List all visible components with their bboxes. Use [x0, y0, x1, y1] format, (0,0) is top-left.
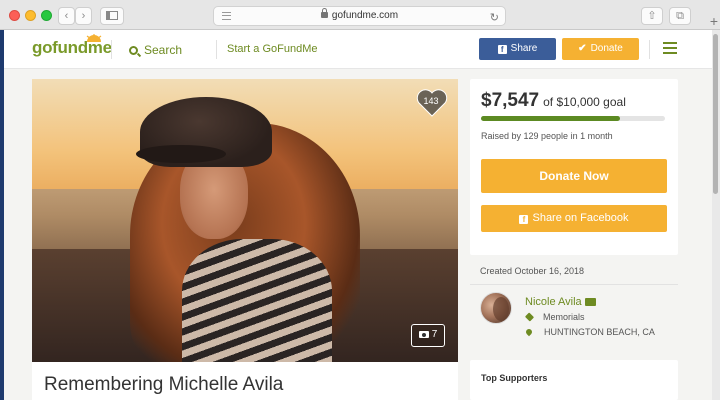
mail-icon[interactable]	[584, 298, 596, 306]
nav-divider	[111, 40, 112, 59]
logo-sun-icon	[86, 34, 102, 42]
organizer-name: Nicole Avila	[525, 296, 582, 308]
address-bar[interactable]: gofundme.com ↻	[213, 6, 506, 26]
location-label: HUNTINGTON BEACH, CA	[544, 327, 655, 337]
progress-fill	[481, 116, 620, 121]
close-window-button[interactable]	[9, 10, 20, 21]
progress-bar	[481, 116, 665, 121]
organizer-link[interactable]: Nicole Avila	[525, 296, 596, 308]
goal-text: of $10,000 goal	[543, 95, 626, 109]
check-icon: ✔	[578, 43, 587, 54]
share-page-button[interactable]: ⇧	[641, 7, 663, 25]
photo-gallery-button[interactable]: 7	[411, 324, 445, 347]
category-line[interactable]: Memorials	[524, 312, 585, 322]
photo-count: 7	[431, 329, 438, 340]
divider	[470, 284, 678, 285]
facebook-icon: f	[497, 45, 507, 54]
heart-count: 143	[423, 96, 439, 106]
location-pin-icon	[524, 327, 534, 337]
location-line: HUNTINGTON BEACH, CA	[524, 327, 655, 337]
sidebar-toggle-button[interactable]	[100, 7, 124, 25]
sidebar-icon	[106, 11, 118, 20]
donate-now-button[interactable]: Donate Now	[481, 159, 667, 193]
photo-hat	[136, 97, 272, 167]
facebook-icon: f	[519, 215, 529, 224]
photo-shirt	[182, 239, 332, 362]
hamburger-menu-icon[interactable]	[663, 42, 677, 54]
webpage: gofundme Search Start a GoFundMe f Share …	[4, 30, 712, 400]
amount-raised: $7,547 of $10,000 goal	[481, 90, 626, 112]
campaign-title-card: Remembering Michelle Avila	[32, 362, 458, 400]
top-supporters-card: Top Supporters	[470, 360, 678, 400]
tag-icon	[524, 312, 535, 322]
start-gofundme-link[interactable]: Start a GoFundMe	[227, 43, 318, 55]
share-facebook-label: Share on Facebook	[532, 212, 629, 224]
header-share-button[interactable]: f Share	[479, 38, 556, 60]
organizer-avatar[interactable]	[480, 292, 512, 324]
campaign-title: Remembering Michelle Avila	[44, 374, 284, 395]
reader-icon[interactable]	[222, 12, 231, 20]
nav-divider	[216, 40, 217, 59]
search-label: Search	[144, 43, 183, 57]
donate-label: Donate	[590, 43, 623, 54]
heart-button[interactable]: 143	[415, 88, 449, 118]
camera-icon	[418, 331, 429, 338]
tabs-button[interactable]: ⧉	[669, 7, 691, 25]
scrollbar[interactable]	[712, 30, 720, 400]
site-header: gofundme Search Start a GoFundMe f Share …	[4, 30, 712, 69]
share-label: Share	[510, 43, 538, 54]
header-donate-button[interactable]: ✔ Donate	[562, 38, 639, 60]
nav-divider	[649, 40, 650, 59]
created-date: Created October 16, 2018	[480, 266, 585, 276]
amount-value: $7,547	[481, 90, 540, 111]
zoom-window-button[interactable]	[41, 10, 52, 21]
lock-icon	[320, 8, 328, 18]
campaign-photo[interactable]: 143 7	[32, 79, 458, 362]
back-button[interactable]: ‹	[58, 7, 75, 25]
donation-card: $7,547 of $10,000 goal Raised by 129 peop…	[470, 79, 678, 255]
share-facebook-button[interactable]: f Share on Facebook	[481, 205, 667, 232]
scrollbar-thumb[interactable]	[713, 34, 718, 194]
raised-text: Raised by 129 people in 1 month	[481, 131, 613, 141]
search-icon	[129, 46, 138, 55]
search-link[interactable]: Search	[129, 43, 182, 57]
minimize-window-button[interactable]	[25, 10, 36, 21]
forward-button[interactable]: ›	[75, 7, 92, 25]
reload-icon[interactable]: ↻	[490, 9, 499, 27]
url-text: gofundme.com	[331, 10, 399, 21]
top-supporters-heading: Top Supporters	[481, 373, 548, 383]
category-label: Memorials	[543, 312, 585, 322]
gofundme-logo[interactable]: gofundme	[32, 34, 112, 58]
browser-toolbar: ‹ › gofundme.com ↻ ⇧ ⧉ +	[0, 0, 720, 30]
new-tab-icon[interactable]: +	[710, 13, 718, 29]
